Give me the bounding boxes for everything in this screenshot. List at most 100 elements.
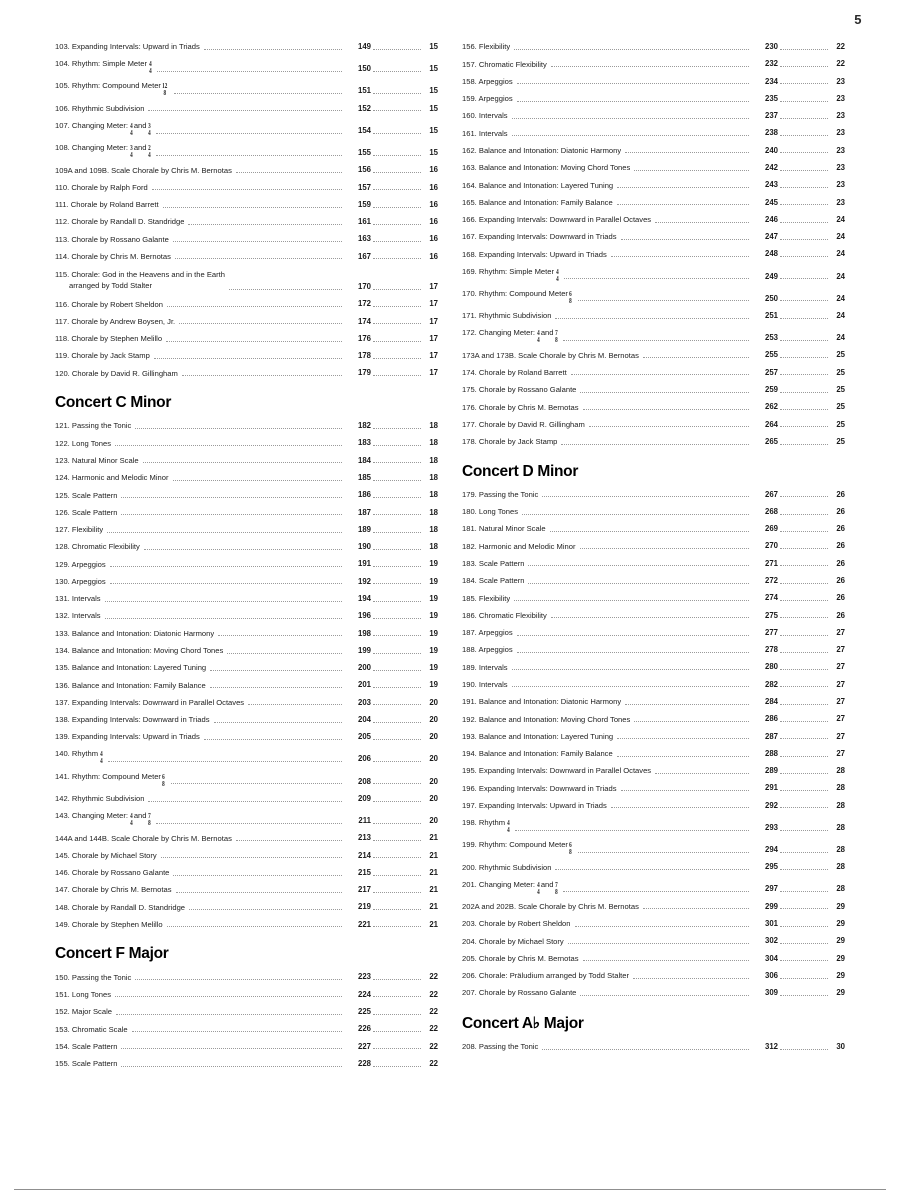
toc-entry[interactable]: 150. Passing the Tonic 223 22	[55, 972, 438, 982]
toc-entry[interactable]: 208. Passing the Tonic 312 30	[462, 1042, 845, 1052]
toc-entry[interactable]: 151. Long Tones 224 22	[55, 990, 438, 1000]
toc-entry[interactable]: 137. Expanding Intervals: Downward in Pa…	[55, 698, 438, 708]
toc-entry[interactable]: 129. Arpeggios 191 19	[55, 559, 438, 569]
toc-entry[interactable]: 192. Balance and Intonation: Moving Chor…	[462, 714, 845, 724]
toc-entry[interactable]: 189. Intervals 280 27	[462, 662, 845, 672]
toc-entry[interactable]: 114. Chorale by Chris M. Bernotas 167 16	[55, 252, 438, 262]
toc-entry[interactable]: 204. Chorale by Michael Story 302 29	[462, 936, 845, 946]
toc-entry[interactable]: 121. Passing the Tonic 182 18	[55, 421, 438, 431]
toc-entry[interactable]: 170. Rhythm: Compound Meter 6 8 250 24	[462, 289, 845, 304]
toc-entry[interactable]: 203. Chorale by Robert Sheldon 301 29	[462, 919, 845, 929]
toc-entry[interactable]: 106. Rhythmic Subdivision 152 15	[55, 104, 438, 114]
toc-entry[interactable]: 111. Chorale by Roland Barrett 159 16	[55, 200, 438, 210]
toc-entry[interactable]: 141. Rhythm: Compound Meter 6 8 208 20	[55, 772, 438, 787]
toc-entry[interactable]: 166. Expanding Intervals: Downward in Pa…	[462, 215, 845, 225]
toc-entry[interactable]: 133. Balance and Intonation: Diatonic Ha…	[55, 629, 438, 639]
toc-entry[interactable]: 103. Expanding Intervals: Upward in Tria…	[55, 42, 438, 52]
toc-entry[interactable]: 118. Chorale by Stephen Melillo 176 17	[55, 334, 438, 344]
toc-entry[interactable]: 135. Balance and Intonation: Layered Tun…	[55, 663, 438, 673]
toc-entry[interactable]: 181. Natural Minor Scale 269 26	[462, 524, 845, 534]
toc-entry[interactable]: 176. Chorale by Chris M. Bernotas 262 25	[462, 402, 845, 412]
toc-entry[interactable]: 152. Major Scale 225 22	[55, 1007, 438, 1017]
toc-entry[interactable]: 201. Changing Meter: 4 4 and 7 8 297 28	[462, 880, 845, 895]
toc-entry[interactable]: 109A and 109B. Scale Chorale by Chris M.…	[55, 165, 438, 175]
toc-entry[interactable]: 163. Balance and Intonation: Moving Chor…	[462, 163, 845, 173]
toc-entry[interactable]: 110. Chorale by Ralph Ford 157 16	[55, 183, 438, 193]
toc-entry[interactable]: 116. Chorale by Robert Sheldon 172 17	[55, 299, 438, 309]
toc-entry[interactable]: 105. Rhythm: Compound Meter 12 8 151 15	[55, 81, 438, 96]
toc-entry[interactable]: 130. Arpeggios 192 19	[55, 577, 438, 587]
toc-entry[interactable]: 155. Scale Pattern 228 22	[55, 1059, 438, 1069]
toc-entry[interactable]: 197. Expanding Intervals: Upward in Tria…	[462, 801, 845, 811]
toc-entry[interactable]: 183. Scale Pattern 271 26	[462, 559, 845, 569]
toc-entry[interactable]: 185. Flexibility 274 26	[462, 593, 845, 603]
toc-entry[interactable]: 112. Chorale by Randall D. Standridge 161…	[55, 217, 438, 227]
toc-entry[interactable]: 122. Long Tones 183 18	[55, 438, 438, 448]
toc-entry[interactable]: 104. Rhythm: Simple Meter 4 4 150 15	[55, 59, 438, 74]
toc-entry[interactable]: 147. Chorale by Chris M. Bernotas 217 21	[55, 885, 438, 895]
toc-entry[interactable]: 117. Chorale by Andrew Boysen, Jr. 174 17	[55, 317, 438, 327]
toc-entry[interactable]: 173A and 173B. Scale Chorale by Chris M.…	[462, 350, 845, 360]
toc-entry[interactable]: 125. Scale Pattern 186 18	[55, 490, 438, 500]
toc-entry[interactable]: 156. Flexibility 230 22	[462, 42, 845, 52]
toc-entry[interactable]: 149. Chorale by Stephen Melillo 221 21	[55, 920, 438, 930]
toc-entry[interactable]: 115. Chorale: God in the Heavens and in …	[55, 269, 438, 292]
toc-entry[interactable]: 131. Intervals 194 19	[55, 594, 438, 604]
toc-entry[interactable]: 143. Changing Meter: 4 4 and 7 8 211 20	[55, 811, 438, 826]
toc-entry[interactable]: 167. Expanding Intervals: Downward in Tr…	[462, 232, 845, 242]
toc-entry[interactable]: 128. Chromatic Flexibility 190 18	[55, 542, 438, 552]
toc-entry[interactable]: 139. Expanding Intervals: Upward in Tria…	[55, 732, 438, 742]
toc-entry[interactable]: 188. Arpeggios 278 27	[462, 645, 845, 655]
toc-entry[interactable]: 138. Expanding Intervals: Downward in Tr…	[55, 715, 438, 725]
toc-entry[interactable]: 127. Flexibility 189 18	[55, 525, 438, 535]
toc-entry[interactable]: 164. Balance and Intonation: Layered Tun…	[462, 180, 845, 190]
toc-entry[interactable]: 195. Expanding Intervals: Downward in Pa…	[462, 766, 845, 776]
toc-entry[interactable]: 159. Arpeggios 235 23	[462, 94, 845, 104]
toc-entry[interactable]: 123. Natural Minor Scale 184 18	[55, 456, 438, 466]
toc-entry[interactable]: 191. Balance and Intonation: Diatonic Ha…	[462, 697, 845, 707]
toc-entry[interactable]: 126. Scale Pattern 187 18	[55, 508, 438, 518]
toc-entry[interactable]: 144A and 144B. Scale Chorale by Chris M.…	[55, 833, 438, 843]
toc-entry[interactable]: 161. Intervals 238 23	[462, 128, 845, 138]
toc-entry[interactable]: 182. Harmonic and Melodic Minor 270 26	[462, 541, 845, 551]
toc-entry[interactable]: 171. Rhythmic Subdivision 251 24	[462, 311, 845, 321]
toc-entry[interactable]: 148. Chorale by Randall D. Standridge 219…	[55, 902, 438, 912]
toc-entry[interactable]: 175. Chorale by Rossano Galante 259 25	[462, 385, 845, 395]
toc-entry[interactable]: 146. Chorale by Rossano Galante 215 21	[55, 868, 438, 878]
toc-entry[interactable]: 113. Chorale by Rossano Galante 163 16	[55, 234, 438, 244]
toc-entry[interactable]: 206. Chorale: Präludium arranged by Todd…	[462, 971, 845, 981]
toc-entry[interactable]: 145. Chorale by Michael Story 214 21	[55, 851, 438, 861]
toc-entry[interactable]: 160. Intervals 237 23	[462, 111, 845, 121]
toc-entry[interactable]: 172. Changing Meter: 4 4 and 7 8 253 24	[462, 328, 845, 343]
toc-entry[interactable]: 207. Chorale by Rossano Galante 309 29	[462, 988, 845, 998]
toc-entry[interactable]: 107. Changing Meter: 4 4 and 3 4 154 15	[55, 121, 438, 136]
toc-entry[interactable]: 180. Long Tones 268 26	[462, 507, 845, 517]
toc-entry[interactable]: 108. Changing Meter: 3 4 and 2 4 155 15	[55, 143, 438, 158]
toc-entry[interactable]: 158. Arpeggios 234 23	[462, 77, 845, 87]
toc-entry[interactable]: 194. Balance and Intonation: Family Bala…	[462, 749, 845, 759]
toc-entry[interactable]: 178. Chorale by Jack Stamp 265 25	[462, 437, 845, 447]
toc-entry[interactable]: 153. Chromatic Scale 226 22	[55, 1024, 438, 1034]
toc-entry[interactable]: 187. Arpeggios 277 27	[462, 628, 845, 638]
toc-entry[interactable]: 168. Expanding Intervals: Upward in Tria…	[462, 249, 845, 259]
toc-entry[interactable]: 132. Intervals 196 19	[55, 611, 438, 621]
toc-entry[interactable]: 198. Rhythm 4 4 293 28	[462, 818, 845, 833]
toc-entry[interactable]: 157. Chromatic Flexibility 232 22	[462, 59, 845, 69]
toc-entry[interactable]: 177. Chorale by David R. Gillingham 264 25	[462, 420, 845, 430]
toc-entry[interactable]: 120. Chorale by David R. Gillingham 179 17	[55, 368, 438, 378]
toc-entry[interactable]: 142. Rhythmic Subdivision 209 20	[55, 794, 438, 804]
toc-entry[interactable]: 193. Balance and Intonation: Layered Tun…	[462, 732, 845, 742]
toc-entry[interactable]: 199. Rhythm: Compound Meter 6 8 294 28	[462, 840, 845, 855]
toc-entry[interactable]: 140. Rhythm 4 4 206 20	[55, 749, 438, 764]
toc-entry[interactable]: 124. Harmonic and Melodic Minor 185 18	[55, 473, 438, 483]
toc-entry[interactable]: 119. Chorale by Jack Stamp 178 17	[55, 351, 438, 361]
toc-entry[interactable]: 154. Scale Pattern 227 22	[55, 1042, 438, 1052]
toc-entry[interactable]: 169. Rhythm: Simple Meter 4 4 249 24	[462, 267, 845, 282]
toc-entry[interactable]: 162. Balance and Intonation: Diatonic Ha…	[462, 146, 845, 156]
toc-entry[interactable]: 186. Chromatic Flexibility 275 26	[462, 611, 845, 621]
toc-entry[interactable]: 205. Chorale by Chris M. Bernotas 304 29	[462, 954, 845, 964]
toc-entry[interactable]: 136. Balance and Intonation: Family Bala…	[55, 680, 438, 690]
toc-entry[interactable]: 202A and 202B. Scale Chorale by Chris M.…	[462, 902, 845, 912]
toc-entry[interactable]: 174. Chorale by Roland Barrett 257 25	[462, 368, 845, 378]
toc-entry[interactable]: 200. Rhythmic Subdivision 295 28	[462, 862, 845, 872]
